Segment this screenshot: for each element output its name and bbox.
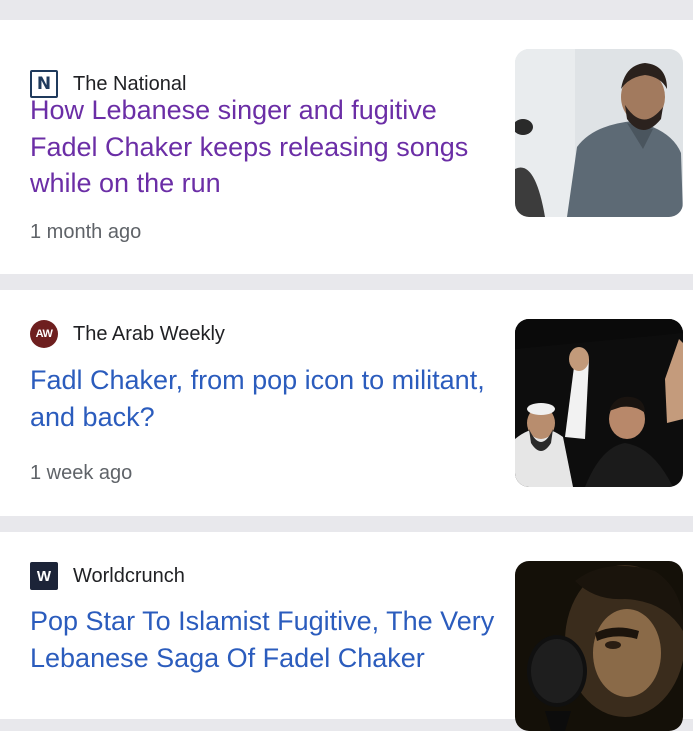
thumbnail-image [515,49,683,217]
worldcrunch-logo-icon: W [30,562,58,590]
article-headline[interactable]: Fadl Chaker, from pop icon to militant, … [30,362,500,435]
article-thumbnail[interactable] [515,319,683,487]
article-timestamp: 1 month ago [30,221,142,243]
article-timestamp: 1 week ago [30,462,133,484]
article-source: W Worldcrunch [30,562,185,590]
news-feed: N The National How Lebanese singer and f… [0,0,693,731]
article-card[interactable]: AW The Arab Weekly Fadl Chaker, from pop… [0,290,693,516]
article-card[interactable]: W Worldcrunch Pop Star To Islamist Fugit… [0,532,693,731]
article-thumbnail[interactable] [515,49,683,217]
thumbnail-image [515,561,683,731]
article-thumbnail[interactable] [515,561,683,731]
the-arab-weekly-logo-icon: AW [30,320,58,348]
source-name: The Arab Weekly [73,322,225,345]
article-headline[interactable]: How Lebanese singer and fugitive Fadel C… [30,92,500,202]
article-card[interactable]: N The National How Lebanese singer and f… [0,20,693,274]
article-source: AW The Arab Weekly [30,320,225,348]
source-name: Worldcrunch [73,564,185,587]
thumbnail-image [515,319,683,487]
article-headline[interactable]: Pop Star To Islamist Fugitive, The Very … [30,603,500,676]
